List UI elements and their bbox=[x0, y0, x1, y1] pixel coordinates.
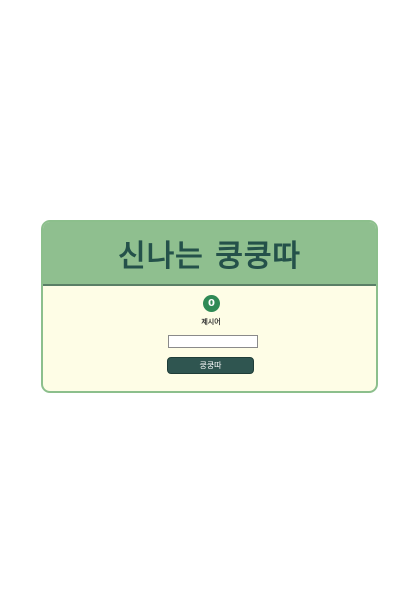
game-card: 신나는 쿵쿵따 0 제시어 쿵쿵따 bbox=[41, 220, 378, 393]
word-input[interactable] bbox=[168, 335, 258, 348]
current-word-label: 제시어 bbox=[201, 318, 221, 326]
page-title: 신나는 쿵쿵따 bbox=[117, 239, 302, 274]
card-body: 0 제시어 쿵쿵따 bbox=[43, 286, 376, 391]
submit-button[interactable]: 쿵쿵따 bbox=[167, 357, 254, 374]
card-header: 신나는 쿵쿵따 bbox=[43, 222, 376, 286]
turn-counter-badge: 0 bbox=[203, 295, 220, 312]
